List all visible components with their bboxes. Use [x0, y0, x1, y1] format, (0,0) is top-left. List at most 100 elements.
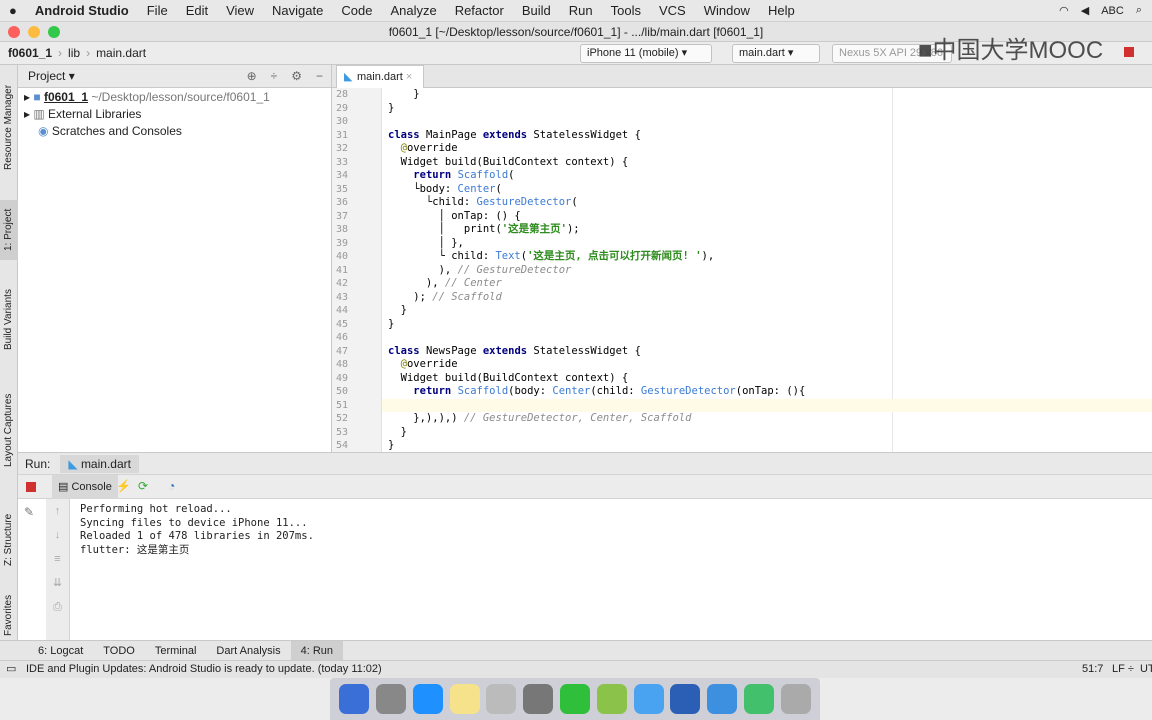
- breadcrumb-lib[interactable]: lib: [68, 46, 80, 60]
- line-number: 39: [336, 237, 349, 249]
- menu-help[interactable]: Help: [759, 3, 804, 18]
- dock-app-icon[interactable]: [780, 684, 811, 714]
- menu-navigate[interactable]: Navigate: [263, 3, 332, 18]
- tool-resource-manager[interactable]: Resource Manager: [0, 75, 18, 180]
- dock-app-icon[interactable]: [486, 684, 517, 714]
- scroll-end-icon[interactable]: ⇊: [46, 571, 69, 595]
- menu-window[interactable]: Window: [695, 3, 759, 18]
- dock-app-icon[interactable]: [523, 684, 554, 714]
- code-token: '这是第主页': [501, 223, 567, 235]
- bottom-tab[interactable]: 6: Logcat: [28, 641, 93, 661]
- dock-app-icon[interactable]: [743, 684, 774, 714]
- pin-icon[interactable]: ✎: [24, 505, 34, 519]
- hot-restart-icon[interactable]: ⟳: [138, 479, 148, 493]
- menu-tools[interactable]: Tools: [602, 3, 650, 18]
- bottom-tab[interactable]: Terminal: [145, 641, 207, 661]
- dock-app-icon[interactable]: [339, 684, 370, 714]
- apple-icon[interactable]: ●: [0, 3, 26, 18]
- code-token: extends: [482, 344, 534, 357]
- code-token: );: [566, 223, 580, 235]
- wifi-icon[interactable]: ◠: [1059, 4, 1069, 17]
- breadcrumb-file[interactable]: main.dart: [96, 46, 146, 60]
- tree-item-external-libraries[interactable]: ▸ ▥ External Libraries: [24, 107, 141, 121]
- locate-icon[interactable]: ⊕: [247, 69, 257, 83]
- console-output[interactable]: Performing hot reload... Syncing files to…: [80, 503, 314, 557]
- status-message[interactable]: IDE and Plugin Updates: Android Studio i…: [26, 663, 382, 675]
- code-line: @override: [388, 142, 458, 156]
- dock-app-icon[interactable]: [633, 684, 664, 714]
- dock-app-icon[interactable]: [559, 684, 590, 714]
- line-number: 35: [336, 183, 349, 195]
- run-tab[interactable]: ◣ main.dart: [60, 454, 139, 473]
- tool-favorites[interactable]: Favorites: [0, 590, 18, 640]
- hide-icon[interactable]: −: [316, 69, 323, 83]
- menu-code[interactable]: Code: [332, 3, 381, 18]
- dock-app-icon[interactable]: [707, 684, 738, 714]
- code-token: override: [406, 358, 458, 370]
- cursor-position[interactable]: 51:7: [1082, 661, 1103, 678]
- code-token: Scaffold: [457, 385, 509, 397]
- menu-run[interactable]: Run: [560, 3, 602, 18]
- tree-item-scratches[interactable]: ◉ Scratches and Consoles: [38, 124, 182, 138]
- dock-app-icon[interactable]: [376, 684, 407, 714]
- tool-project[interactable]: 1: Project: [0, 200, 18, 260]
- line-number: 30: [336, 116, 349, 127]
- console-tab[interactable]: ▤ Console: [52, 475, 118, 499]
- zoom-window-button[interactable]: [48, 26, 60, 38]
- tool-structure[interactable]: Z: Structure: [0, 500, 18, 580]
- line-number: 50: [336, 386, 349, 397]
- menu-vcs[interactable]: VCS: [650, 3, 695, 18]
- close-tab-icon[interactable]: ×: [406, 71, 412, 83]
- bottom-tab[interactable]: Dart Analysis: [206, 641, 290, 661]
- code-editor[interactable]: 28 29 30 31 32 33 34 35 36 37 38 39 40 41 42 43 44 45 46 47…: [332, 88, 1152, 452]
- tool-build-variants[interactable]: Build Variants: [0, 280, 18, 360]
- console-line: Syncing files to device iPhone 11...: [80, 516, 308, 529]
- scroll-up-icon[interactable]: ↑: [46, 499, 69, 523]
- project-view-selector[interactable]: Project ▾: [28, 69, 75, 83]
- dock-app-icon[interactable]: [412, 684, 443, 714]
- input-method[interactable]: ABC: [1101, 5, 1124, 17]
- bottom-tab[interactable]: 4: Run: [290, 640, 344, 661]
- menu-edit[interactable]: Edit: [177, 3, 217, 18]
- code-token: (: [508, 169, 515, 181]
- menu-file[interactable]: File: [138, 3, 177, 18]
- minimize-window-button[interactable]: [28, 26, 40, 38]
- bottom-tool-tabs: 6: Logcat TODO Terminal Dart Analysis 4: Run: [0, 640, 1152, 661]
- dock-app-icon[interactable]: [449, 684, 480, 714]
- line-separator[interactable]: LF ÷: [1112, 661, 1134, 678]
- bottom-tab[interactable]: TODO: [93, 641, 145, 661]
- device-selector[interactable]: iPhone 11 (mobile) ▾: [580, 44, 712, 63]
- code-token: // GestureDetector: [457, 263, 572, 276]
- line-number: 43: [336, 291, 349, 303]
- hot-reload-icon[interactable]: ⚡: [116, 479, 131, 493]
- encoding[interactable]: UT: [1140, 661, 1152, 678]
- collapse-icon[interactable]: ÷: [271, 69, 278, 83]
- soft-wrap-icon[interactable]: ≡: [46, 547, 69, 571]
- menu-analyze[interactable]: Analyze: [381, 3, 445, 18]
- tree-item-project[interactable]: ▸ ■ f0601_1 ~/Desktop/lesson/source/f060…: [24, 90, 270, 104]
- event-log-icon[interactable]: ▭: [6, 661, 16, 678]
- stop-button[interactable]: [1124, 47, 1134, 57]
- menu-refactor[interactable]: Refactor: [446, 3, 513, 18]
- code-line: },),),) // GestureDetector, Center, Scaf…: [388, 412, 691, 426]
- volume-icon[interactable]: ◀: [1081, 4, 1089, 17]
- breadcrumb-project[interactable]: f0601_1: [8, 46, 52, 60]
- stop-run-button[interactable]: [26, 482, 36, 492]
- gear-icon[interactable]: ⚙: [291, 69, 302, 83]
- tab-main-dart[interactable]: ◣ main.dart ×: [336, 65, 424, 88]
- devtools-icon[interactable]: ◔: [168, 479, 175, 493]
- search-icon[interactable]: ⌕: [1136, 4, 1142, 17]
- close-window-button[interactable]: [8, 26, 20, 38]
- dock-app-icon[interactable]: [670, 684, 701, 714]
- tool-layout-captures[interactable]: Layout Captures: [0, 385, 18, 475]
- menu-build[interactable]: Build: [513, 3, 560, 18]
- scroll-down-icon[interactable]: ↓: [46, 523, 69, 547]
- code-token: class: [388, 128, 426, 141]
- print-icon[interactable]: ⎙: [46, 595, 69, 619]
- menu-app[interactable]: Android Studio: [26, 3, 138, 18]
- code-line: │ },: [388, 237, 464, 251]
- menu-view[interactable]: View: [217, 3, 263, 18]
- dock-app-icon[interactable]: [596, 684, 627, 714]
- code-token: StatelessWidget {: [533, 344, 641, 357]
- run-config-selector[interactable]: main.dart ▾: [732, 44, 820, 63]
